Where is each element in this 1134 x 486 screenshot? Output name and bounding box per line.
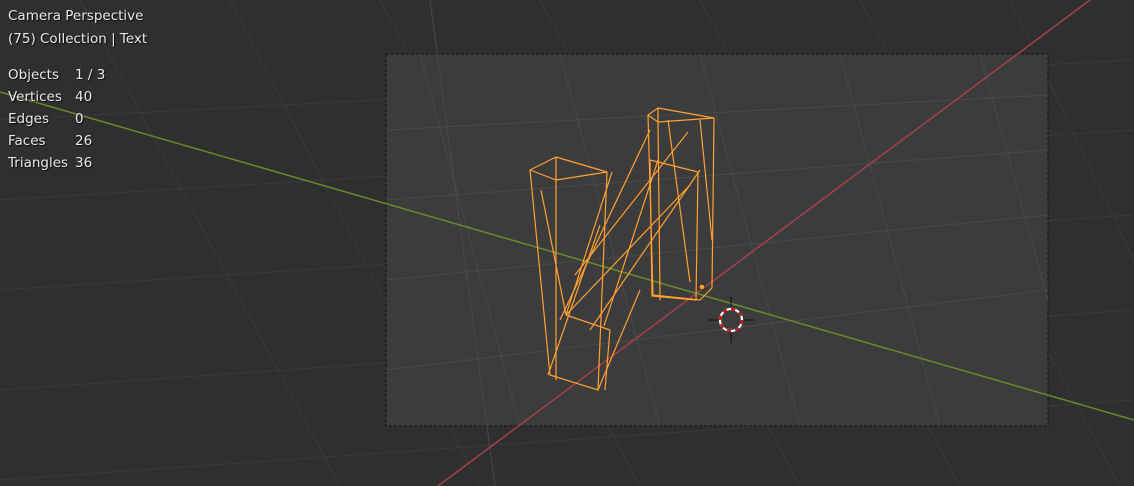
stat-label: Edges	[8, 111, 50, 127]
stat-vertices: Vertices 40	[8, 86, 105, 108]
stat-faces: Faces 26	[8, 130, 105, 152]
view-name: Camera Perspective	[8, 8, 144, 24]
3d-viewport[interactable]	[0, 0, 1134, 486]
stat-label: Faces	[8, 133, 46, 149]
stat-triangles: Triangles 36	[8, 152, 105, 174]
stat-value: 0	[75, 111, 84, 127]
stat-value: 1 / 3	[75, 67, 106, 83]
stat-value: 40	[75, 89, 93, 105]
stat-value: 26	[75, 133, 93, 149]
scene-statistics: Objects 1 / 3 Vertices 40 Edges 0 Faces …	[8, 64, 105, 174]
camera-frame	[385, 53, 1049, 427]
collection-context: (75) Collection | Text	[8, 31, 148, 47]
stat-value: 36	[75, 155, 93, 171]
stat-label: Triangles	[8, 155, 69, 171]
stat-objects: Objects 1 / 3	[8, 64, 105, 86]
stat-edges: Edges 0	[8, 108, 105, 130]
stat-label: Vertices	[8, 89, 62, 105]
origin-dot-icon[interactable]	[698, 283, 706, 291]
stat-label: Objects	[8, 67, 60, 83]
